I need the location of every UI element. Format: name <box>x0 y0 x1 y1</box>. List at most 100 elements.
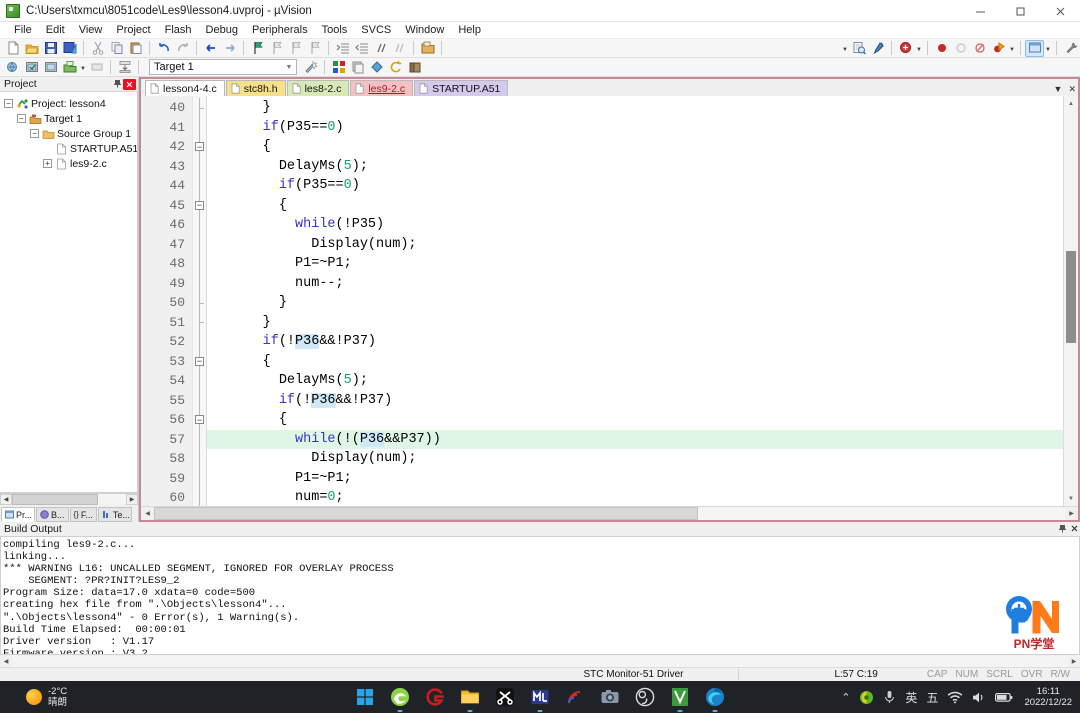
scroll-track[interactable] <box>12 655 1068 667</box>
translate-icon[interactable] <box>3 59 22 76</box>
templates-tab-tab[interactable]: Te... <box>97 507 132 522</box>
save-all-icon[interactable] <box>60 40 79 57</box>
tree-node[interactable]: + les9-2.c <box>0 156 137 171</box>
code-line[interactable]: Display(num); <box>207 449 1063 469</box>
code-line[interactable]: while(!(P36&&P37)) <box>207 429 1063 449</box>
capcut-icon[interactable] <box>493 685 517 709</box>
navigate-back-icon[interactable] <box>201 40 220 57</box>
open-file-icon[interactable] <box>22 40 41 57</box>
volume-icon[interactable] <box>972 681 986 713</box>
notes-icon[interactable] <box>528 685 552 712</box>
fold-marker[interactable]: − <box>193 410 206 430</box>
scroll-up-arrow[interactable]: ▲ <box>1063 96 1078 111</box>
fold-marker[interactable]: − <box>193 351 206 371</box>
pin-icon[interactable] <box>1056 524 1068 535</box>
bookmark-pin-icon[interactable] <box>868 40 887 57</box>
menu-item-window[interactable]: Window <box>398 23 451 38</box>
fold-collapse-icon[interactable]: − <box>195 356 204 366</box>
scroll-thumb[interactable] <box>1065 251 1076 343</box>
open-folder-icon[interactable] <box>418 40 437 57</box>
scroll-track[interactable] <box>1064 111 1079 491</box>
signal-app-icon[interactable] <box>563 685 587 709</box>
build-output-text[interactable]: compiling les9-2.c... linking... *** WARNI… <box>0 536 1080 655</box>
start-button[interactable] <box>353 685 377 709</box>
fold-collapse-icon[interactable]: − <box>195 200 204 210</box>
scroll-thumb[interactable] <box>154 507 698 520</box>
redo-icon[interactable] <box>173 40 192 57</box>
code-line[interactable]: { <box>207 196 1063 216</box>
collapse-icon[interactable]: − <box>17 114 26 123</box>
menu-item-help[interactable]: Help <box>451 23 488 38</box>
code-text[interactable]: } if(P35==0) { DelayMs(5); if(P35==0) { … <box>207 96 1063 506</box>
navigate-forward-icon[interactable] <box>220 40 239 57</box>
wifi-icon[interactable] <box>947 681 963 713</box>
outdent-icon[interactable] <box>352 40 371 57</box>
expand-icon[interactable]: + <box>43 159 52 168</box>
batch-build-icon[interactable] <box>60 59 79 76</box>
disable-breakpoint-icon[interactable] <box>970 40 989 57</box>
breakpoint-dropdown-arrow[interactable]: ▼ <box>1008 40 1016 57</box>
download-to-flash-icon[interactable] <box>115 59 134 76</box>
build-output-close-button[interactable] <box>1068 524 1080 534</box>
pin-icon[interactable] <box>111 79 123 90</box>
vivado-icon[interactable] <box>668 685 692 712</box>
document-tab[interactable]: stc8h.h <box>225 80 286 96</box>
edge-legacy-icon[interactable] <box>388 685 412 712</box>
document-tab[interactable]: les8-2.c <box>286 80 350 96</box>
kill-breakpoint-icon[interactable] <box>951 40 970 57</box>
code-line[interactable]: P1=~P1; <box>207 254 1063 274</box>
scroll-track[interactable] <box>12 494 126 505</box>
scroll-right-arrow[interactable]: ▶ <box>1065 507 1078 520</box>
project-horizontal-scrollbar[interactable]: ◀ ▶ <box>0 493 138 505</box>
battery-icon[interactable] <box>995 681 1013 713</box>
fold-collapse-icon[interactable]: − <box>195 142 204 152</box>
insert-breakpoint-icon[interactable] <box>932 40 951 57</box>
kill-all-breakpoints-icon[interactable] <box>989 40 1008 57</box>
microphone-icon[interactable] <box>883 681 896 713</box>
camera-icon[interactable] <box>598 685 622 709</box>
undo-icon[interactable] <box>154 40 173 57</box>
scroll-thumb[interactable] <box>12 494 98 505</box>
functions-tab-tab[interactable]: {} F... <box>69 507 97 522</box>
code-line[interactable]: } <box>207 98 1063 118</box>
tree-node[interactable]: − Project: lesson4 <box>0 96 137 111</box>
minimize-button[interactable] <box>960 0 1000 22</box>
code-line[interactable]: { <box>207 352 1063 372</box>
code-line[interactable]: if(P35==0) <box>207 176 1063 196</box>
menu-item-view[interactable]: View <box>72 23 110 38</box>
ime-mode-indicator[interactable]: 五 <box>926 681 938 713</box>
document-tab[interactable]: les9-2.c <box>350 80 414 96</box>
maximize-button[interactable] <box>1000 0 1040 22</box>
bookmark-toggle-icon[interactable] <box>248 40 267 57</box>
menu-item-tools[interactable]: Tools <box>315 23 355 38</box>
paste-icon[interactable] <box>126 40 145 57</box>
code-line[interactable]: DelayMs(5); <box>207 157 1063 177</box>
scroll-down-arrow[interactable]: ▼ <box>1063 491 1078 506</box>
search-combo-arrow[interactable]: ▼ <box>841 40 849 57</box>
code-line[interactable]: if(!P36&&!P37) <box>207 391 1063 411</box>
code-line[interactable]: P1=~P1; <box>207 469 1063 489</box>
rebuild-all-icon[interactable] <box>41 59 60 76</box>
stop-build-icon[interactable] <box>87 59 106 76</box>
fold-collapse-icon[interactable]: − <box>195 415 204 425</box>
tray-expand-chevron-icon[interactable]: ⌃ <box>841 681 850 713</box>
code-line[interactable]: } <box>207 313 1063 333</box>
indent-icon[interactable] <box>333 40 352 57</box>
bookmark-next-icon[interactable] <box>286 40 305 57</box>
collapse-icon[interactable]: − <box>30 129 39 138</box>
target-selector[interactable]: Target 1 ▼ <box>149 59 297 75</box>
window-dropdown-arrow[interactable]: ▼ <box>1044 40 1052 57</box>
scroll-left-arrow[interactable]: ◀ <box>0 494 12 505</box>
build-target-icon[interactable] <box>22 59 41 76</box>
fold-marker[interactable]: − <box>193 195 206 215</box>
edge-icon[interactable] <box>703 685 727 712</box>
toggle-window-icon[interactable] <box>1025 39 1044 57</box>
cut-icon[interactable] <box>88 40 107 57</box>
pack-installer-icon[interactable] <box>367 59 386 76</box>
collapse-icon[interactable]: − <box>4 99 13 108</box>
menu-item-peripherals[interactable]: Peripherals <box>245 23 315 38</box>
taskbar-clock[interactable]: 16:11 2022/12/22 <box>1024 686 1072 708</box>
editor-horizontal-scrollbar[interactable]: ◀ ▶ <box>141 506 1078 520</box>
fold-marker[interactable]: − <box>193 137 206 157</box>
code-line[interactable]: num--; <box>207 274 1063 294</box>
